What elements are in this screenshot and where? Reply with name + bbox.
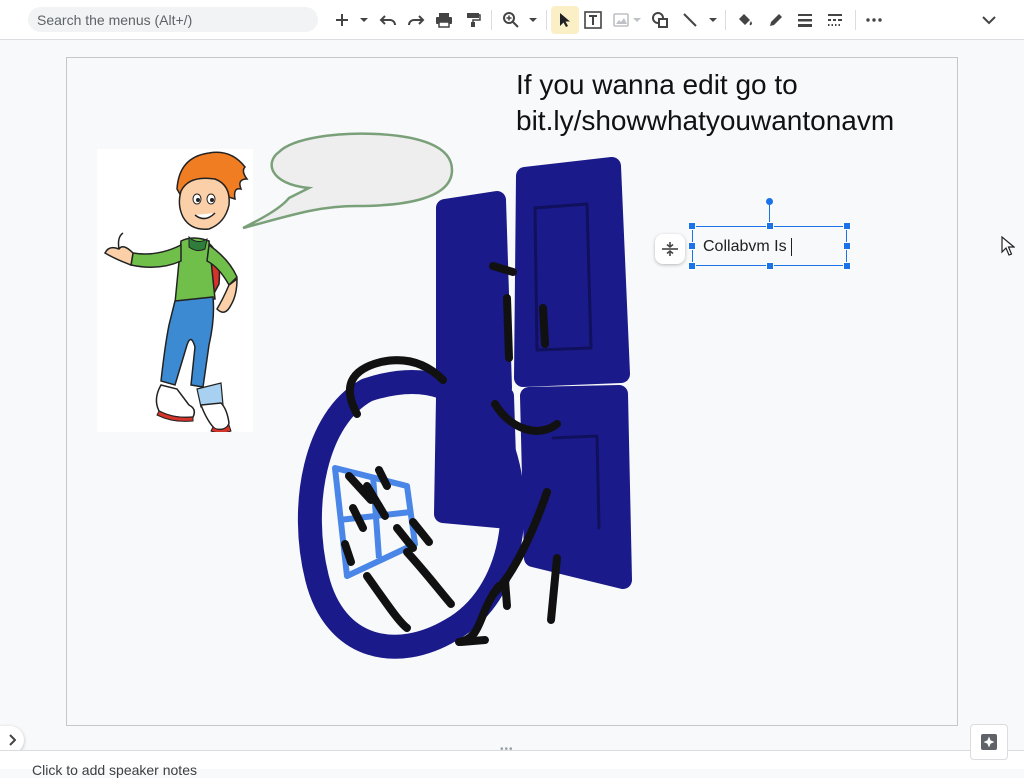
resize-handle-bottom-left[interactable]	[688, 262, 696, 270]
redo-icon	[408, 15, 425, 26]
speech-bubble-shape[interactable]	[242, 132, 454, 230]
zoom-icon	[503, 12, 519, 28]
resize-handle-right[interactable]	[843, 242, 851, 250]
textbox-tool-button[interactable]	[579, 6, 607, 34]
paint-format-icon	[467, 13, 481, 27]
textbox-content[interactable]: Collabvm Is	[692, 226, 847, 266]
shape-icon	[652, 12, 668, 28]
new-slide-button[interactable]	[328, 6, 356, 34]
more-options-button[interactable]	[860, 6, 888, 34]
textbox-text: Collabvm Is	[703, 238, 787, 255]
chevron-down-icon	[982, 16, 996, 25]
menu-search-input[interactable]	[28, 7, 307, 32]
caret-down-icon	[529, 18, 537, 22]
rotate-handle[interactable]	[766, 198, 773, 205]
line-icon	[683, 13, 697, 27]
vertical-align-button[interactable]	[655, 234, 685, 264]
selected-textbox[interactable]: Collabvm Is	[688, 222, 851, 270]
mouse-pointer-icon	[1001, 236, 1015, 256]
line-dash-icon	[828, 14, 842, 26]
text-cursor	[790, 237, 792, 256]
print-icon	[436, 13, 452, 28]
more-icon	[866, 18, 882, 22]
toolbar	[0, 0, 1024, 40]
border-color-button[interactable]	[762, 6, 790, 34]
paint-format-button[interactable]	[459, 6, 487, 34]
explore-icon	[981, 734, 997, 750]
caret-down-icon	[360, 18, 368, 22]
chevron-right-icon	[9, 734, 16, 746]
fill-color-button[interactable]	[731, 6, 759, 34]
zoom-button[interactable]	[497, 6, 525, 34]
cursor-icon	[560, 13, 570, 27]
toolbar-divider	[546, 10, 547, 30]
new-slide-menu-button[interactable]	[357, 6, 371, 34]
pen-icon	[770, 14, 782, 26]
resize-handle-bottom[interactable]	[766, 262, 774, 270]
undo-icon	[379, 15, 396, 26]
resize-handle-bottom-right[interactable]	[843, 262, 851, 270]
redo-button[interactable]	[402, 6, 430, 34]
collapse-menus-button[interactable]	[975, 6, 1003, 34]
image-icon	[613, 13, 629, 27]
explore-button[interactable]	[970, 724, 1008, 760]
zoom-menu-button[interactable]	[526, 6, 540, 34]
toolbar-divider	[855, 10, 856, 30]
textbox-icon	[584, 11, 602, 29]
line-tool-button[interactable]	[676, 6, 704, 34]
toolbar-divider	[491, 10, 492, 30]
line-menu-button[interactable]	[706, 6, 720, 34]
border-weight-button[interactable]	[791, 6, 819, 34]
caret-down-icon	[633, 18, 641, 22]
resize-handle-top-right[interactable]	[843, 222, 851, 230]
menu-search-box[interactable]	[28, 7, 318, 32]
resize-handle-top[interactable]	[766, 222, 774, 230]
vertical-align-icon	[662, 242, 678, 256]
caret-down-icon	[709, 18, 717, 22]
undo-button[interactable]	[374, 6, 402, 34]
speaker-notes-area[interactable]: Click to add speaker notes	[0, 750, 1024, 778]
drawing-canvas	[242, 132, 632, 659]
fill-color-icon	[739, 14, 752, 26]
border-dash-button[interactable]	[821, 6, 849, 34]
print-button[interactable]	[430, 6, 458, 34]
line-weight-icon	[798, 14, 812, 27]
select-tool-button[interactable]	[551, 6, 579, 34]
plus-icon	[336, 14, 348, 26]
toolbar-divider	[725, 10, 726, 30]
insert-image-menu-button[interactable]	[630, 6, 644, 34]
resize-handle-left[interactable]	[688, 242, 696, 250]
speaker-notes-placeholder[interactable]: Click to add speaker notes	[32, 762, 197, 778]
slide[interactable]: If you wanna edit go to bit.ly/showwhaty…	[66, 57, 958, 726]
resize-handle-top-left[interactable]	[688, 222, 696, 230]
shape-tool-button[interactable]	[646, 6, 674, 34]
